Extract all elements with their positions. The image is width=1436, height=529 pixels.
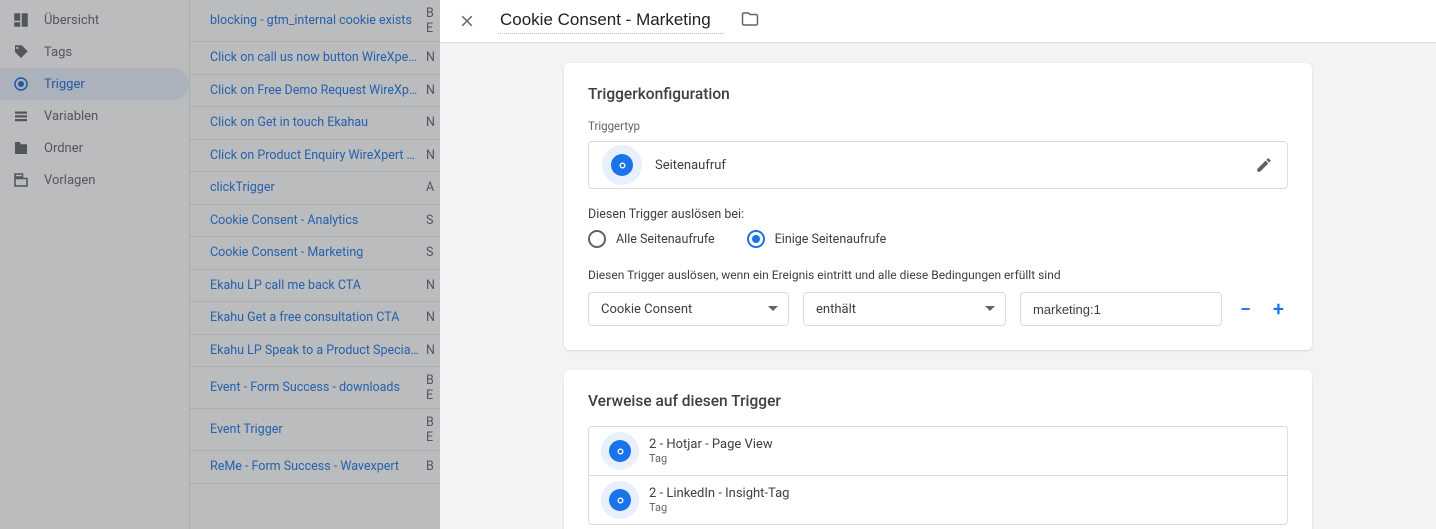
close-button[interactable]: [454, 8, 480, 34]
select-value: enthält: [816, 302, 856, 317]
select-value: Cookie Consent: [601, 302, 692, 317]
references-card: Verweise auf diesen Trigger 2 - Hotjar -…: [564, 370, 1312, 529]
add-condition-button[interactable]: +: [1269, 299, 1288, 319]
chevron-down-icon: [768, 304, 778, 314]
pageview-icon: [611, 154, 633, 176]
remove-condition-button[interactable]: −: [1236, 299, 1255, 319]
condition-label: Diesen Trigger auslösen, wenn ein Ereign…: [588, 268, 1288, 282]
trigger-name-input[interactable]: [498, 8, 723, 34]
type-label: Triggertyp: [588, 119, 1288, 133]
folder-icon[interactable]: [741, 10, 759, 32]
edit-icon[interactable]: [1255, 156, 1273, 174]
trigger-type-name: Seitenaufruf: [655, 158, 726, 173]
reference-item[interactable]: 2 - Hotjar - Page ViewTag: [588, 426, 1288, 475]
condition-value-input[interactable]: [1020, 292, 1222, 326]
radio-some-pageviews[interactable]: Einige Seitenaufrufe: [747, 230, 887, 248]
config-card: Triggerkonfiguration Triggertyp Seitenau…: [564, 63, 1312, 350]
radio-label: Alle Seitenaufrufe: [616, 232, 715, 247]
reference-name: 2 - Hotjar - Page View: [649, 437, 773, 452]
radio-icon: [588, 230, 606, 248]
reference-name: 2 - LinkedIn - Insight-Tag: [649, 486, 789, 501]
references-heading: Verweise auf diesen Trigger: [588, 392, 1288, 410]
reference-item[interactable]: 2 - LinkedIn - Insight-TagTag: [588, 475, 1288, 525]
radio-label: Einige Seitenaufrufe: [775, 232, 887, 247]
condition-operator-select[interactable]: enthält: [803, 292, 1006, 326]
radio-icon: [747, 230, 765, 248]
fire-on-label: Diesen Trigger auslösen bei:: [588, 207, 1288, 222]
panel-header: [440, 0, 1436, 43]
trigger-panel: Triggerkonfiguration Triggertyp Seitenau…: [440, 0, 1436, 529]
reference-type: Tag: [649, 501, 789, 514]
reference-type: Tag: [649, 452, 773, 465]
config-heading: Triggerkonfiguration: [588, 85, 1288, 103]
close-icon: [458, 12, 476, 30]
tag-icon: [609, 489, 631, 511]
chevron-down-icon: [985, 304, 995, 314]
trigger-type-box[interactable]: Seitenaufruf: [588, 141, 1288, 189]
tag-icon: [609, 440, 631, 462]
condition-variable-select[interactable]: Cookie Consent: [588, 292, 789, 326]
radio-all-pageviews[interactable]: Alle Seitenaufrufe: [588, 230, 715, 248]
